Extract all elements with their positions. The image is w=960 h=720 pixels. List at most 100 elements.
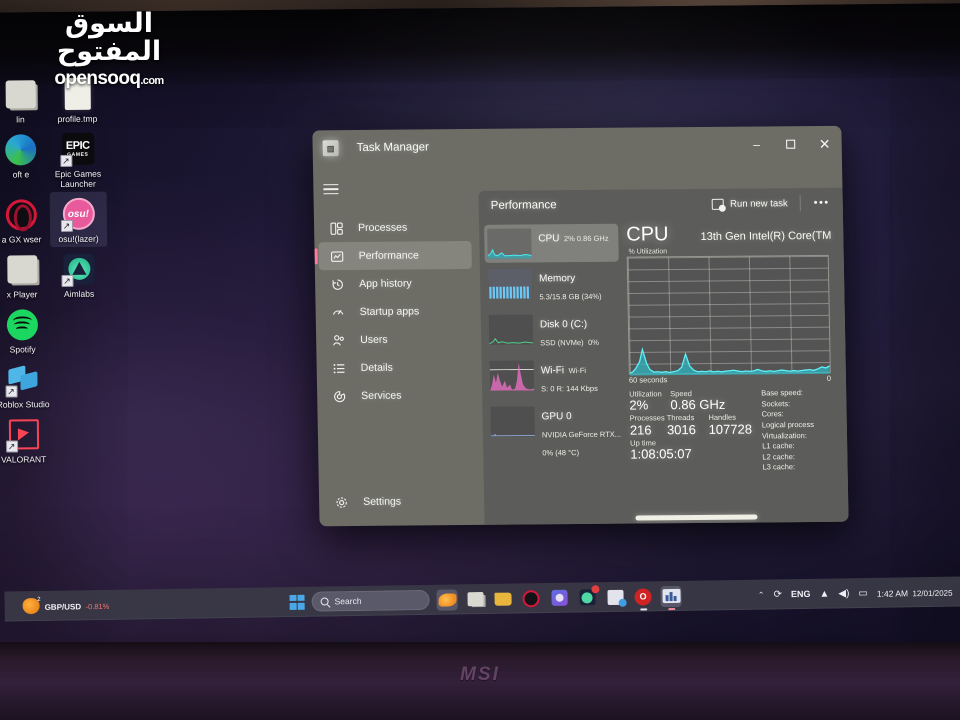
- chart-x-axis-label: 60 seconds: [628, 375, 668, 385]
- search-box[interactable]: Search: [311, 589, 430, 612]
- spec-virtualization: Virtualization:: [762, 430, 847, 441]
- cpu-sparkline: [487, 228, 532, 259]
- processes-icon: [329, 221, 344, 236]
- desktop-icon-opera-gx[interactable]: a GX wser: [0, 192, 50, 248]
- stat-row: Utilization 2% Speed 0.86 GHz: [629, 389, 753, 414]
- sidebar-item-performance[interactable]: Performance: [318, 240, 472, 271]
- desktop-icon-label: Spotify: [9, 344, 36, 355]
- spec-key: Sockets:: [761, 398, 791, 409]
- desktop-icon-label: Epic Games Launcher: [54, 168, 102, 190]
- resource-detail: 0% (48 °C): [542, 448, 580, 458]
- sidebar-item-label: Details: [360, 361, 393, 374]
- sidebar-item-details[interactable]: Details: [320, 353, 474, 382]
- sidebar-item-label: Performance: [358, 249, 419, 262]
- stat-value: 107728: [708, 421, 753, 437]
- window-controls: – ✕: [739, 127, 842, 162]
- desktop-icon-generic[interactable]: lin: [0, 72, 49, 128]
- taskbar-app-opera-gx[interactable]: [520, 588, 541, 609]
- roblox-studio-icon: ↗: [5, 362, 40, 398]
- spec-l2-cache: L2 cache:: [762, 452, 847, 463]
- taskbar-app-sticky-notes[interactable]: [604, 586, 625, 607]
- cpu-stats-left: Utilization 2% Speed 0.86 GHz Processes …: [629, 389, 755, 475]
- task-manager-icon: ▥: [322, 140, 339, 157]
- desktop-icon-valorant[interactable]: ↗ VALORANT: [0, 412, 52, 468]
- resource-name: CPU: [538, 233, 560, 245]
- resource-detail: SSD (NVMe): [540, 338, 584, 348]
- taskbar-app-opera[interactable]: O: [632, 586, 653, 611]
- run-new-task-label: Run new task: [730, 197, 788, 210]
- desktop-icon-row: oft e EPIC GAMES ↗ Epic Games Launcher: [0, 127, 108, 193]
- laptop-screen: lin profile.tmp oft e EPIC GAMES ↗ Epic …: [0, 3, 960, 659]
- desktop-icon-spotify[interactable]: Spotify: [0, 302, 51, 358]
- taskbar-app-task-manager[interactable]: [660, 585, 682, 610]
- sync-icon[interactable]: ⟳: [773, 589, 782, 600]
- stat-row: Processes 216 Threads 3016 Handles 10772…: [630, 413, 754, 438]
- desktop-icon-profile-tmp[interactable]: profile.tmp: [48, 72, 106, 128]
- desktop-icon-row: ↗ VALORANT: [0, 412, 110, 468]
- sidebar: Processes Performance App history Startu…: [313, 165, 485, 526]
- desktop-icon-grid: lin profile.tmp oft e EPIC GAMES ↗ Epic …: [0, 72, 110, 468]
- stat-uptime: Up time 1:08:05:07: [630, 438, 692, 463]
- resource-item-gpu0[interactable]: GPU 0 NVIDIA GeForce RTX... 0% (48 °C): [487, 402, 622, 465]
- sidebar-item-users[interactable]: Users: [320, 325, 474, 354]
- screen-top-shadow: [0, 3, 960, 87]
- desktop-icon-epic-games-launcher[interactable]: EPIC GAMES ↗ Epic Games Launcher: [49, 127, 107, 193]
- widget-title: GBP/USD: [44, 602, 82, 612]
- taskbar-widget-gbpusd[interactable]: GBP/USD -0.81%: [22, 596, 109, 615]
- desktop-icon-aimlabs[interactable]: ↗ Aimlabs: [50, 247, 108, 303]
- taskbar-app-snipping-tool[interactable]: [464, 588, 485, 609]
- desktop-icon-label: x Player: [6, 289, 38, 300]
- taskbar-app-fish-widget[interactable]: [436, 588, 458, 611]
- stat-value: 216: [629, 422, 652, 438]
- desktop-icon-osu-lazer[interactable]: osu! ↗ osu!(lazer): [49, 191, 108, 248]
- battery-icon[interactable]: ▭: [858, 587, 868, 598]
- resource-name: Wi-Fi: [540, 365, 565, 377]
- desktop-icon-roblox-player[interactable]: x Player: [0, 247, 51, 303]
- resource-item-wifi[interactable]: Wi-Fi Wi-Fi S: 0 R: 144 Kbps: [487, 356, 622, 401]
- osu-icon: osu! ↗: [60, 197, 95, 233]
- language-indicator[interactable]: ENG: [791, 589, 811, 599]
- sidebar-item-services[interactable]: Services: [321, 381, 475, 410]
- desktop-icon-roblox-studio[interactable]: ↗ Roblox Studio: [0, 357, 52, 413]
- spec-logical-processors: Logical process: [762, 420, 847, 431]
- sidebar-item-startup-apps[interactable]: Startup apps: [319, 297, 473, 326]
- run-new-task-button[interactable]: Run new task: [704, 194, 796, 214]
- spec-l3-cache: L3 cache:: [762, 462, 847, 473]
- shortcut-arrow-icon: ↗: [59, 154, 72, 168]
- horizontal-scrollbar[interactable]: [635, 514, 758, 521]
- desktop-icon-edge[interactable]: oft e: [0, 127, 50, 193]
- speaker-icon[interactable]: ◀): [838, 588, 849, 599]
- resource-item-disk0[interactable]: Disk 0 (C:) SSD (NVMe) 0%: [486, 310, 621, 355]
- search-icon: [320, 597, 329, 606]
- desktop-icon-label: lin: [16, 114, 25, 125]
- spec-sockets: Sockets:: [761, 398, 846, 409]
- resource-item-cpu[interactable]: CPU 2% 0.86 GHz: [484, 223, 619, 263]
- close-button[interactable]: ✕: [807, 127, 842, 161]
- hamburger-menu-icon[interactable]: [323, 172, 358, 206]
- content-header: Performance Run new task •••: [478, 188, 843, 221]
- more-options-button[interactable]: •••: [804, 193, 838, 213]
- notification-badge: [591, 584, 600, 593]
- generic-icon: [3, 77, 37, 111]
- clock[interactable]: 1:42 AM 12/01/2025: [877, 582, 953, 602]
- task-manager-window[interactable]: ▥ Task Manager – ✕ Processes Performance…: [312, 125, 849, 527]
- cpu-detail-pane: CPU 13th Gen Intel(R) Core(TM % Utilizat…: [618, 218, 849, 524]
- taskbar-app-file-explorer[interactable]: [492, 588, 513, 609]
- cpu-specs: Base speed: Sockets: Cores: Logical proc…: [753, 388, 848, 474]
- sidebar-item-label: Users: [360, 333, 388, 346]
- start-button[interactable]: [289, 594, 305, 610]
- sidebar-item-label: Startup apps: [359, 305, 420, 318]
- minimize-button[interactable]: –: [739, 127, 774, 161]
- resource-detail: 0%: [587, 337, 599, 347]
- taskbar-app-copilot[interactable]: [548, 587, 569, 608]
- wifi-icon[interactable]: ▲: [819, 588, 829, 599]
- shortcut-arrow-icon: ↗: [5, 440, 18, 453]
- sidebar-item-processes[interactable]: Processes: [318, 213, 472, 242]
- maximize-button[interactable]: [773, 127, 808, 161]
- resource-detail: Wi-Fi: [568, 365, 587, 376]
- resource-item-memory[interactable]: Memory 5.3/15.8 GB (34%): [485, 264, 620, 309]
- sidebar-item-settings[interactable]: Settings: [323, 487, 477, 516]
- chevron-up-icon[interactable]: ⌃: [758, 590, 765, 599]
- taskbar-app-aimlabs[interactable]: [576, 584, 600, 608]
- sidebar-item-app-history[interactable]: App history: [319, 269, 473, 298]
